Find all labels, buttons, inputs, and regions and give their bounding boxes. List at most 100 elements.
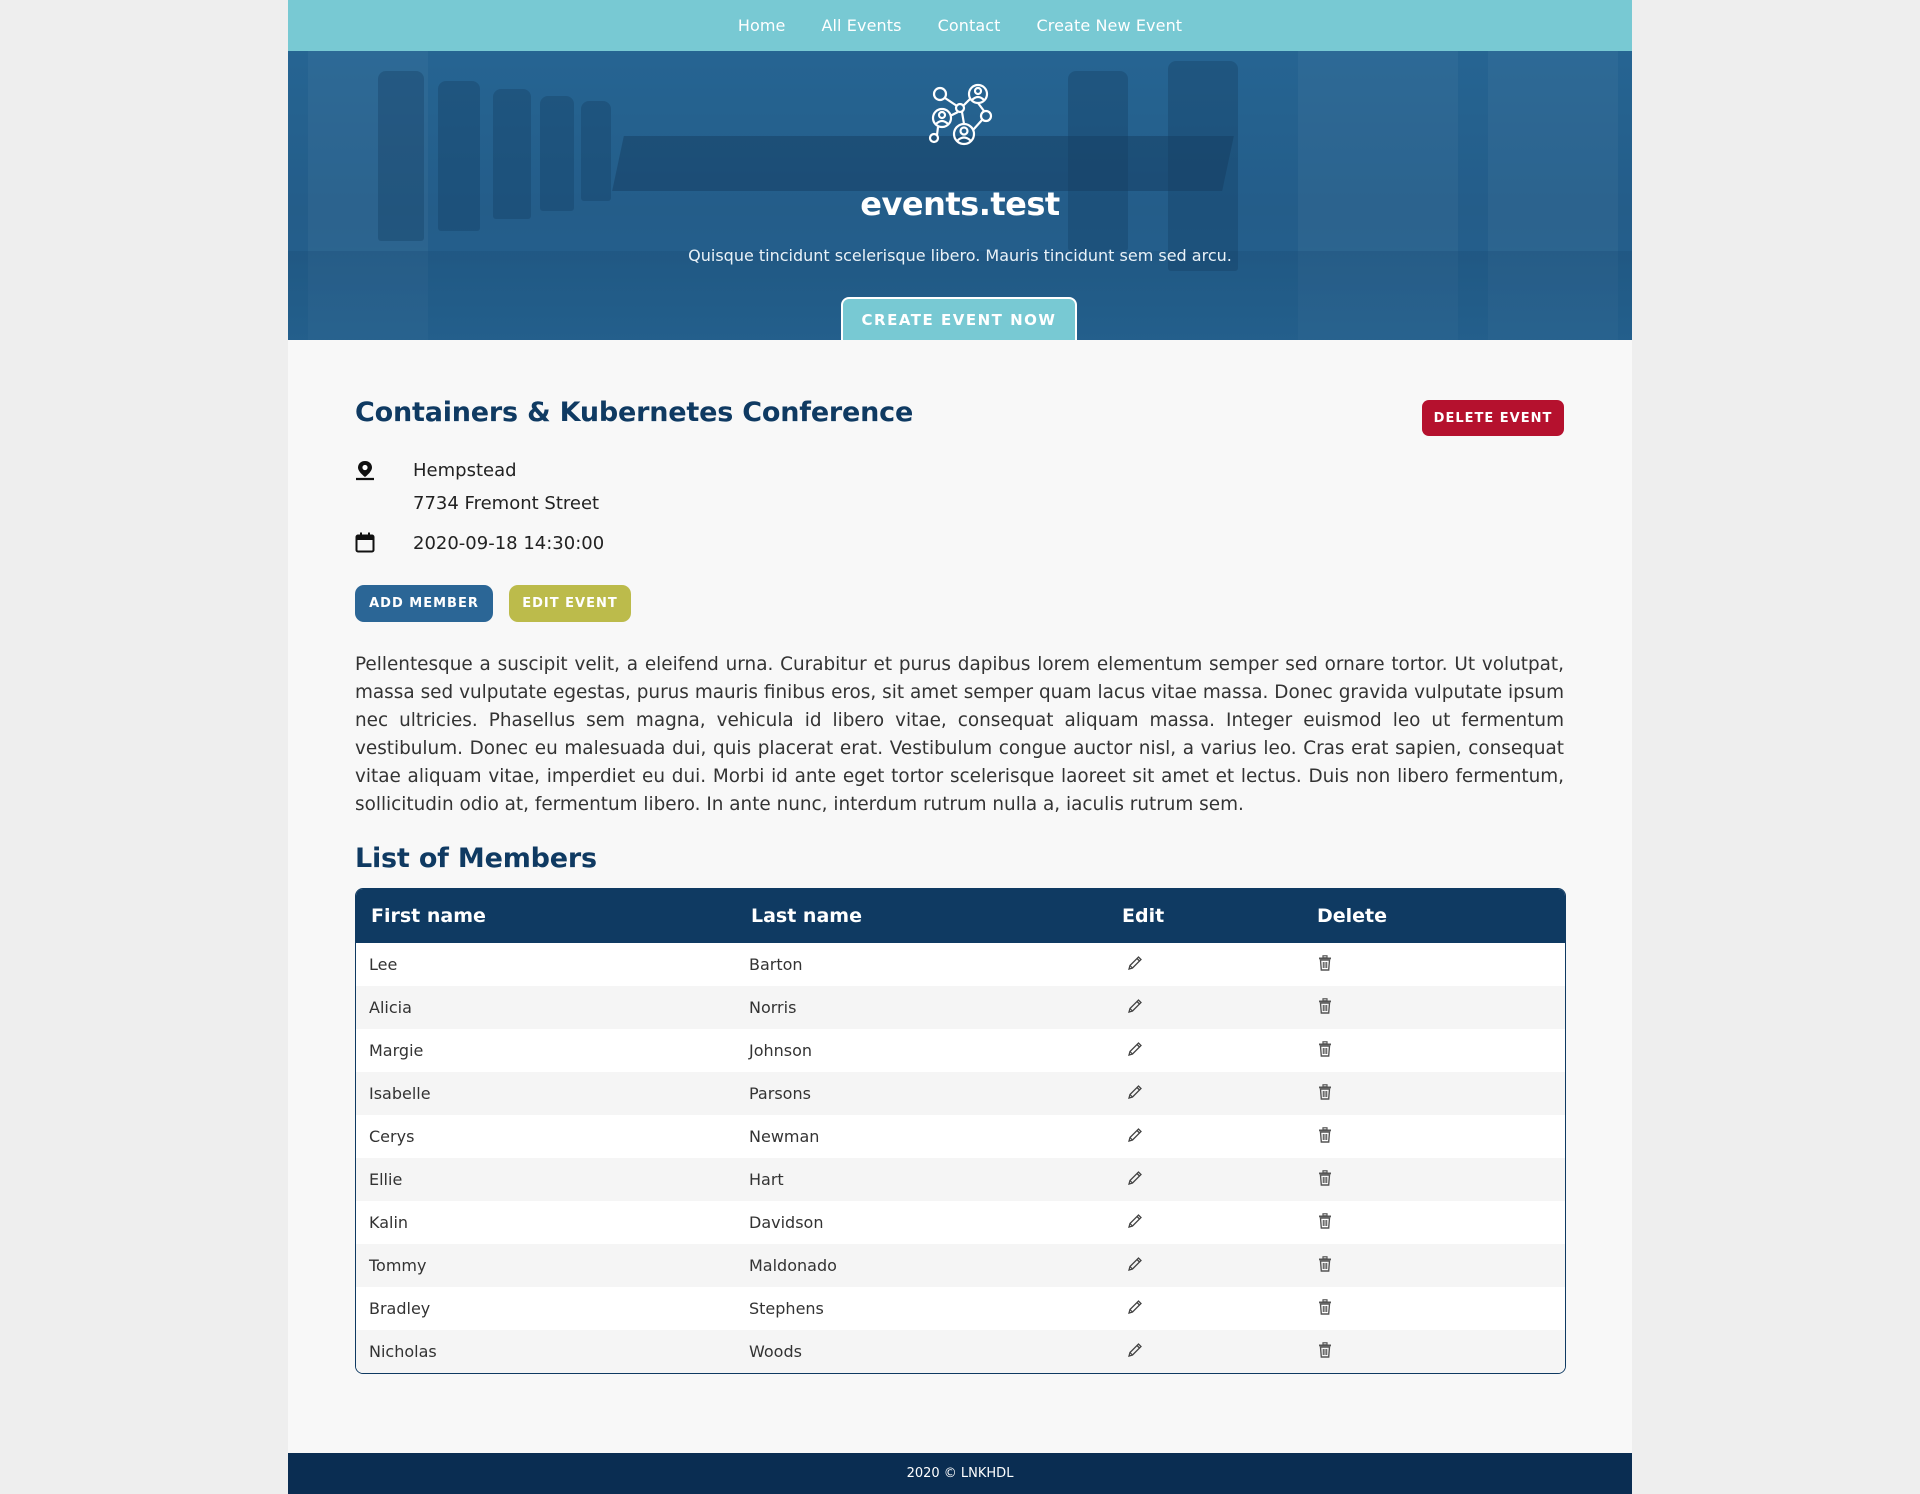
hero-banner: events.test Quisque tincidunt scelerisqu…	[288, 51, 1632, 340]
map-pin-icon	[356, 461, 374, 481]
member-last-name: Barton	[749, 955, 803, 974]
edit-cell	[1107, 1115, 1302, 1158]
nav-contact-link[interactable]: Contact	[938, 16, 1001, 35]
pencil-icon[interactable]	[1127, 1127, 1143, 1147]
member-first-name: Isabelle	[356, 1072, 736, 1115]
trash-icon[interactable]	[1318, 1212, 1332, 1233]
member-first-name: Alicia	[356, 986, 736, 1029]
member-first-name: Margie	[369, 1041, 424, 1060]
event-city: Hempstead	[413, 460, 517, 481]
member-first-name: Lee	[369, 955, 398, 974]
member-last-name: Norris	[736, 986, 1107, 1029]
trash-icon[interactable]	[1318, 1040, 1332, 1061]
pencil-icon[interactable]	[1127, 1084, 1143, 1104]
trash-icon[interactable]	[1318, 1169, 1332, 1190]
delete-cell	[1302, 986, 1565, 1029]
pencil-icon[interactable]	[1127, 1342, 1143, 1362]
pencil-icon[interactable]	[1127, 998, 1143, 1018]
edit-cell	[1107, 1029, 1302, 1072]
column-header-last-name: Last name	[736, 889, 1107, 943]
table-row: Margie Johnson	[356, 1029, 1565, 1072]
table-row: Isabelle Parsons	[356, 1072, 1565, 1115]
member-first-name: Tommy	[356, 1244, 736, 1287]
column-header-delete: Delete	[1302, 889, 1565, 943]
delete-cell	[1302, 1158, 1565, 1201]
member-first-name: Bradley	[369, 1299, 431, 1318]
edit-cell	[1107, 943, 1302, 986]
delete-cell	[1302, 1244, 1565, 1287]
event-title: Containers & Kubernetes Conference	[355, 397, 914, 428]
table-row: Tommy Maldonado	[356, 1244, 1565, 1287]
table-row: Kalin Davidson	[356, 1201, 1565, 1244]
edit-cell	[1107, 1330, 1302, 1373]
member-last-name: Newman	[749, 1127, 820, 1146]
member-first-name: Nicholas	[356, 1330, 736, 1373]
edit-cell	[1107, 1158, 1302, 1201]
member-first-name: Cerys	[369, 1127, 415, 1146]
nav-home-link[interactable]: Home	[738, 16, 786, 35]
trash-icon[interactable]	[1318, 1298, 1332, 1319]
members-table: First name Last name Edit Delete Lee Bart…	[355, 888, 1566, 1374]
member-last-name: Maldonado	[736, 1244, 1107, 1287]
top-nav: Home All Events Contact Create New Event	[288, 0, 1632, 51]
pencil-icon[interactable]	[1127, 955, 1143, 975]
delete-event-button[interactable]: DELETE EVENT	[1422, 400, 1564, 436]
trash-icon[interactable]	[1318, 1341, 1332, 1362]
edit-cell	[1107, 1287, 1302, 1330]
table-row: Bradley Stephens	[356, 1287, 1565, 1330]
nav-all-events-link[interactable]: All Events	[821, 16, 901, 35]
trash-icon[interactable]	[1318, 1255, 1332, 1276]
table-row: Lee Barton	[356, 943, 1565, 986]
footer-copyright: 2020 © LNKHDL	[906, 1466, 1014, 1481]
member-first-name: Kalin	[369, 1213, 409, 1232]
site-title: events.test	[860, 185, 1060, 223]
pencil-icon[interactable]	[1127, 1213, 1143, 1233]
delete-cell	[1302, 1072, 1565, 1115]
delete-cell	[1302, 1115, 1565, 1158]
member-last-name: Hart	[736, 1158, 1107, 1201]
event-street: 7734 Fremont Street	[413, 493, 600, 514]
create-event-now-button[interactable]: CREATE EVENT NOW	[841, 297, 1077, 340]
column-header-first-name: First name	[356, 889, 736, 943]
delete-cell	[1302, 1201, 1565, 1244]
trash-icon[interactable]	[1318, 997, 1332, 1018]
table-row: Nicholas Woods	[356, 1330, 1565, 1373]
event-datetime: 2020-09-18 14:30:00	[413, 533, 605, 554]
event-description: Pellentesque a suscipit velit, a eleifen…	[355, 654, 1564, 815]
delete-cell	[1302, 943, 1565, 986]
delete-cell	[1302, 1287, 1565, 1330]
member-last-name: Parsons	[736, 1072, 1107, 1115]
delete-cell	[1302, 1029, 1565, 1072]
add-member-button[interactable]: ADD MEMBER	[355, 585, 493, 622]
edit-cell	[1107, 1072, 1302, 1115]
member-last-name: Woods	[736, 1330, 1107, 1373]
footer: 2020 © LNKHDL	[288, 1453, 1632, 1494]
member-first-name: Ellie	[356, 1158, 736, 1201]
pencil-icon[interactable]	[1127, 1170, 1143, 1190]
edit-cell	[1107, 1244, 1302, 1287]
members-table-body: Lee Barton Alicia Norris Margie Johnson Isabel…	[356, 943, 1565, 1373]
nav-create-new-event-link[interactable]: Create New Event	[1037, 16, 1183, 35]
table-row: Ellie Hart	[356, 1158, 1565, 1201]
edit-cell	[1107, 1201, 1302, 1244]
site-tagline: Quisque tincidunt scelerisque libero. Ma…	[688, 246, 1232, 265]
edit-cell	[1107, 986, 1302, 1029]
pencil-icon[interactable]	[1127, 1041, 1143, 1061]
delete-cell	[1302, 1330, 1565, 1373]
page: Home All Events Contact Create New Event	[288, 0, 1632, 1494]
table-header-row: First name Last name Edit Delete	[356, 889, 1565, 943]
table-row: Alicia Norris	[356, 986, 1565, 1029]
network-people-icon	[928, 83, 993, 146]
pencil-icon[interactable]	[1127, 1299, 1143, 1319]
column-header-edit: Edit	[1107, 889, 1302, 943]
member-last-name: Davidson	[749, 1213, 824, 1232]
member-last-name: Stephens	[749, 1299, 824, 1318]
trash-icon[interactable]	[1318, 1126, 1332, 1147]
trash-icon[interactable]	[1318, 1083, 1332, 1104]
members-heading: List of Members	[355, 843, 597, 874]
pencil-icon[interactable]	[1127, 1256, 1143, 1276]
calendar-icon	[355, 532, 375, 553]
edit-event-button[interactable]: EDIT EVENT	[509, 585, 631, 622]
table-row: Cerys Newman	[356, 1115, 1565, 1158]
trash-icon[interactable]	[1318, 954, 1332, 975]
